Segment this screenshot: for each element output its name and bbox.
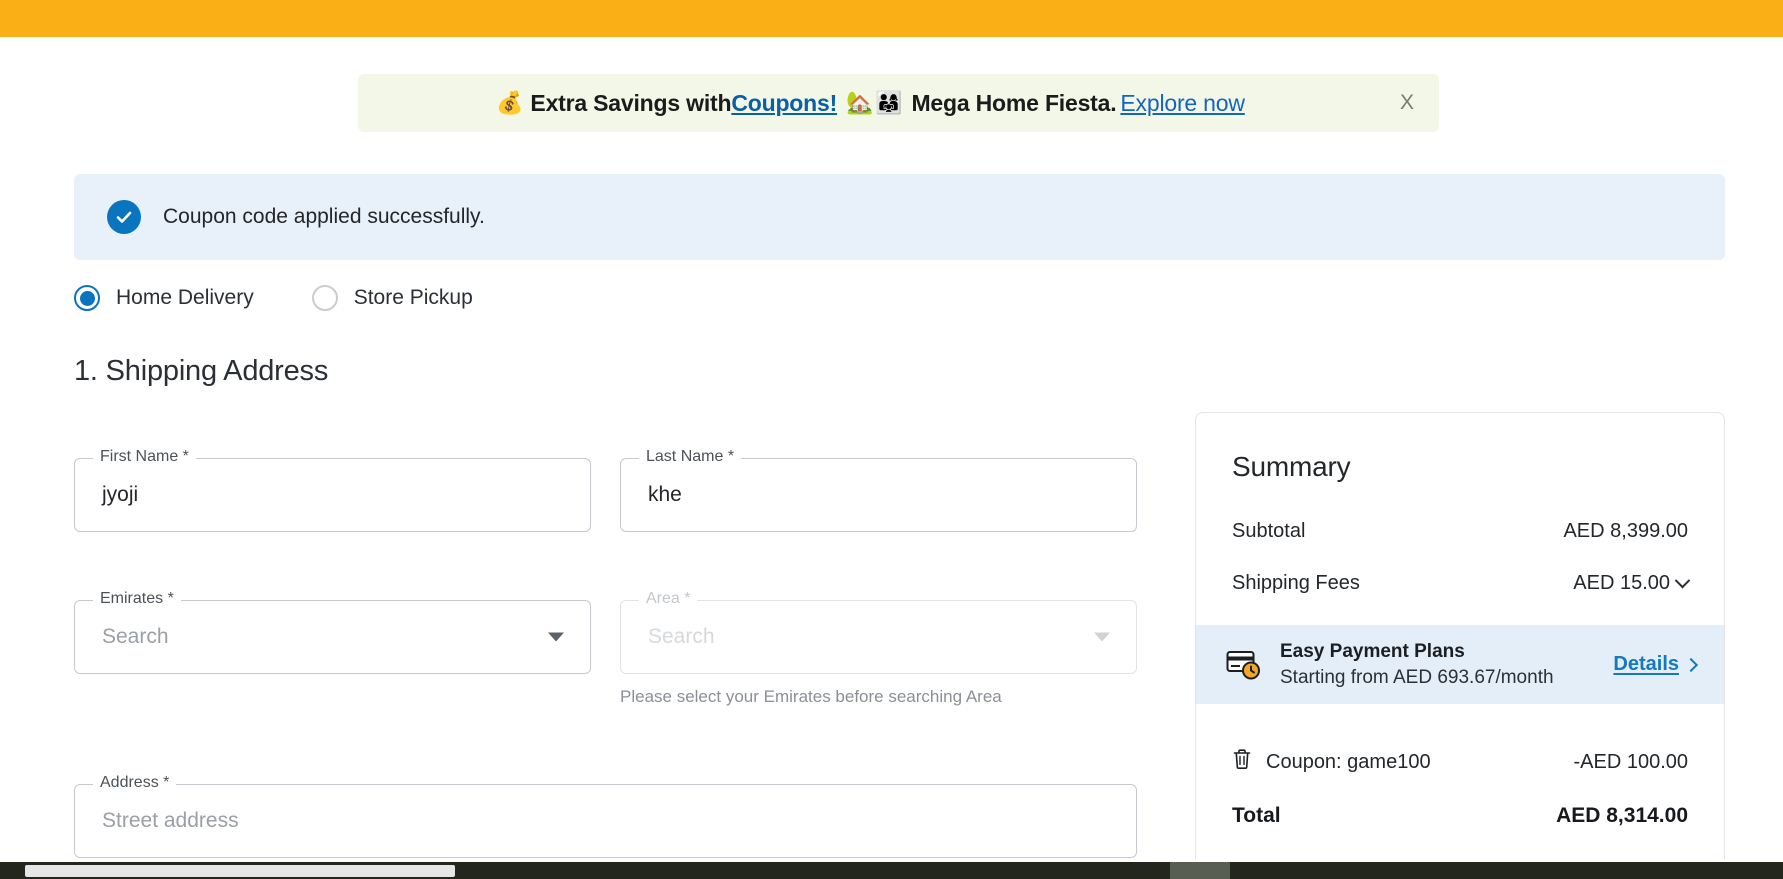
last-name-input[interactable]: khe <box>648 483 682 507</box>
trash-icon[interactable] <box>1232 748 1252 776</box>
scrollbar-marker <box>1170 862 1230 879</box>
family-icon: 👨‍👩‍👧 <box>875 90 903 115</box>
shipping-fees-value-wrap[interactable]: AED 15.00 <box>1573 571 1691 595</box>
chevron-down-icon[interactable] <box>548 632 564 642</box>
easy-payment-plans-banner[interactable]: Easy Payment Plans Starting from AED 693… <box>1196 625 1724 705</box>
area-label: Area * <box>639 590 698 608</box>
area-hint: Please select your Emirates before searc… <box>620 687 1002 706</box>
radio-store-pickup-label: Store Pickup <box>353 286 473 309</box>
summary-row-subtotal: Subtotal AED 8,399.00 <box>1196 505 1724 557</box>
first-name-label: First Name * <box>93 448 196 466</box>
page-title: 1. Shipping Address <box>74 355 329 387</box>
promo-banner-content: 💰 Extra Savings with Coupons! 🏡 👨‍👩‍👧 Mega H… <box>358 90 1383 117</box>
first-name-input[interactable]: jyoji <box>102 483 138 507</box>
coupon-left: Coupon: game100 <box>1232 748 1431 776</box>
summary-row-coupon: Coupon: game100 -AED 100.00 <box>1196 734 1724 790</box>
order-summary-card: Summary Subtotal AED 8,399.00 Shipping F… <box>1195 412 1725 879</box>
emirates-label: Emirates * <box>93 590 181 608</box>
first-name-field[interactable]: First Name * jyoji <box>74 448 591 532</box>
money-bag-icon: 💰 <box>496 90 524 115</box>
easy-payment-plans-title: Easy Payment Plans <box>1280 641 1465 662</box>
emirates-input[interactable]: Search <box>102 625 169 649</box>
easy-payment-plans-texts: Easy Payment Plans Starting from AED 693… <box>1280 639 1595 690</box>
horizontal-scrollbar-thumb[interactable] <box>25 865 455 877</box>
subtotal-value: AED 8,399.00 <box>1563 519 1688 542</box>
promo-text-before: Extra Savings with <box>530 89 732 116</box>
credit-card-clock-icon <box>1226 650 1262 680</box>
summary-row-total: Total AED 8,314.00 <box>1196 790 1724 842</box>
area-input[interactable]: Search <box>648 625 715 649</box>
last-name-label: Last Name * <box>639 448 742 466</box>
promo-banner: 💰 Extra Savings with Coupons! 🏡 👨‍👩‍👧 Mega H… <box>358 74 1439 132</box>
subtotal-value-wrap: AED 8,399.00 <box>1563 520 1688 543</box>
summary-row-shipping[interactable]: Shipping Fees AED 15.00 <box>1196 557 1724 609</box>
shipping-fees-label: Shipping Fees <box>1232 571 1360 594</box>
checkout-page: 💰 Extra Savings with Coupons! 🏡 👨‍👩‍👧 Mega H… <box>0 0 1783 879</box>
easy-payment-details-link[interactable]: Details <box>1613 653 1699 676</box>
delivery-method-group: Home Delivery Store Pickup <box>74 285 473 311</box>
total-value: AED 8,314.00 <box>1556 804 1688 828</box>
address-input[interactable]: Street address <box>102 809 239 833</box>
alert-message: Coupon code applied successfully. <box>163 205 485 228</box>
shipping-fees-value: AED 15.00 <box>1573 571 1670 594</box>
explore-now-link[interactable]: Explore now <box>1120 90 1245 117</box>
close-icon[interactable]: X <box>1383 74 1439 132</box>
radio-store-pickup-indicator[interactable] <box>311 285 338 311</box>
chevron-down-icon[interactable] <box>1674 572 1691 588</box>
summary-title: Summary <box>1232 451 1351 482</box>
coupon-success-alert: Coupon code applied successfully. <box>74 174 1725 260</box>
easy-payment-plans-subtitle: Starting from AED 693.67/month <box>1280 666 1554 688</box>
subtotal-label: Subtotal <box>1232 519 1306 542</box>
total-label: Total <box>1232 804 1281 828</box>
promo-text-middle: Mega Home Fiesta. <box>911 89 1117 116</box>
chevron-down-icon[interactable] <box>1094 632 1110 642</box>
coupon-amount: -AED 100.00 <box>1573 750 1688 773</box>
horizontal-scrollbar[interactable] <box>0 862 1783 879</box>
coupon-label: Coupon: game100 <box>1266 750 1431 773</box>
radio-home-delivery-indicator[interactable] <box>74 285 100 311</box>
radio-store-pickup[interactable]: Store Pickup <box>311 285 473 311</box>
address-field[interactable]: Address * Street address <box>74 774 1137 858</box>
radio-home-delivery-label: Home Delivery <box>116 286 254 309</box>
last-name-field[interactable]: Last Name * khe <box>620 448 1137 532</box>
top-brand-bar <box>0 0 1783 37</box>
chevron-right-icon <box>1683 657 1699 672</box>
coupons-link[interactable]: Coupons! <box>731 90 837 117</box>
emirates-field[interactable]: Emirates * Search <box>74 590 591 674</box>
radio-home-delivery[interactable]: Home Delivery <box>74 285 254 311</box>
area-field[interactable]: Area * Search <box>620 590 1137 674</box>
house-icon: 🏡 <box>846 90 874 115</box>
address-label: Address * <box>93 774 177 792</box>
easy-payment-details-label: Details <box>1613 653 1679 676</box>
check-circle-icon <box>107 200 141 234</box>
